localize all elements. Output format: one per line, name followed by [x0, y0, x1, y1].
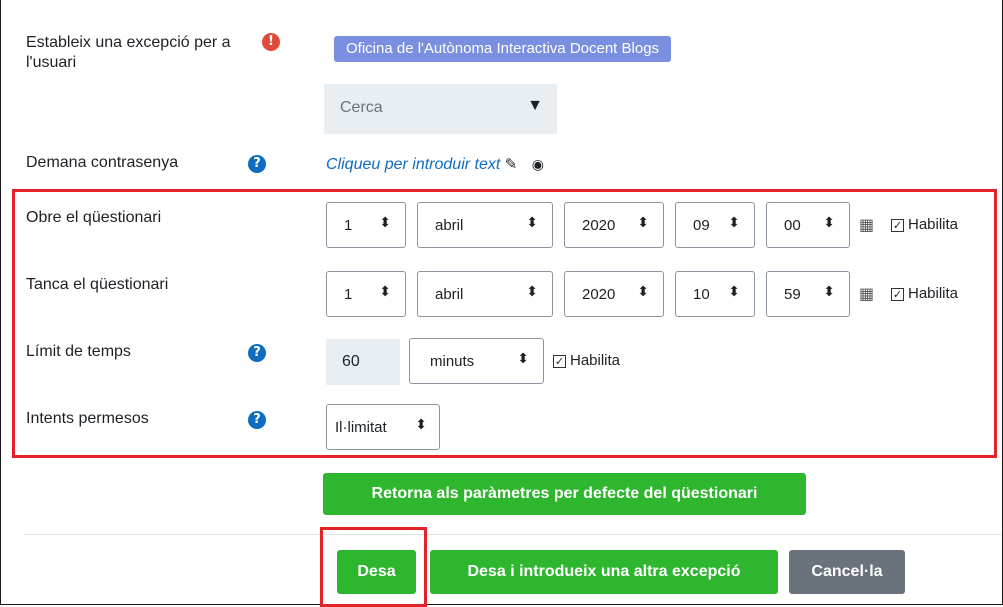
divider	[24, 534, 1002, 535]
open-hour-value: 09	[693, 217, 710, 234]
open-month-select[interactable]: abril ⬍	[417, 202, 553, 248]
time-limit-enable-label: Habilita	[570, 352, 621, 369]
updown-icon: ⬍	[728, 284, 740, 300]
password-edit-link[interactable]: Cliqueu per introduir text	[326, 156, 500, 173]
save-button[interactable]: Desa	[337, 550, 416, 594]
selected-user-badge[interactable]: Oficina de l'Autònoma Interactiva Docent…	[334, 36, 672, 62]
dropdown-arrow-icon: ▼	[527, 97, 543, 114]
open-year-value: 2020	[582, 217, 616, 234]
time-limit-enable-checkbox[interactable]: ✓	[553, 355, 566, 368]
close-minute-value: 59	[784, 286, 801, 303]
open-enable-label: Habilita	[908, 216, 959, 233]
open-year-select[interactable]: 2020 ⬍	[564, 202, 664, 248]
calendar-icon[interactable]: ▦	[859, 284, 874, 303]
open-quiz-label: Obre el qüestionari	[26, 209, 162, 226]
updown-icon: ⬍	[823, 215, 835, 231]
user-search-select[interactable]: Cerca ▼	[324, 84, 557, 134]
close-hour-select[interactable]: 10 ⬍	[675, 271, 755, 317]
updown-icon: ⬍	[526, 215, 538, 231]
attempts-select[interactable]: Il·limitat ⬍	[326, 404, 440, 450]
updown-icon: ⬍	[379, 215, 391, 231]
updown-icon: ⬍	[517, 351, 529, 367]
open-enable-checkbox[interactable]: ✓	[891, 219, 904, 232]
updown-icon: ⬍	[415, 417, 427, 433]
updown-icon: ⬍	[637, 215, 649, 231]
open-hour-select[interactable]: 09 ⬍	[675, 202, 755, 248]
time-unit-value: minuts	[430, 353, 475, 370]
time-unit-select[interactable]: minuts ⬍	[409, 338, 544, 384]
open-day-select[interactable]: 1 ⬍	[326, 202, 406, 248]
open-day-value: 1	[344, 217, 353, 234]
pencil-icon[interactable]: ✎	[505, 155, 518, 173]
cancel-button[interactable]: Cancel·la	[789, 550, 905, 594]
close-day-value: 1	[344, 286, 353, 303]
updown-icon: ⬍	[379, 284, 391, 300]
close-quiz-label: Tanca el qüestionari	[26, 276, 169, 293]
time-limit-label: Límit de temps	[26, 343, 131, 360]
calendar-icon[interactable]: ▦	[859, 215, 874, 234]
close-month-value: abril	[435, 286, 464, 303]
updown-icon: ⬍	[526, 284, 538, 300]
save-and-add-another-button[interactable]: Desa i introdueix una altra excepció	[430, 550, 778, 594]
open-minute-select[interactable]: 00 ⬍	[766, 202, 850, 248]
updown-icon: ⬍	[728, 215, 740, 231]
exception-label: Estableix una excepció per a l'usuari	[26, 34, 231, 71]
time-limit-input[interactable]: 60	[326, 339, 400, 385]
close-month-select[interactable]: abril ⬍	[417, 271, 553, 317]
help-icon[interactable]: ?	[248, 411, 266, 429]
attempts-label: Intents permesos	[26, 410, 149, 427]
open-month-value: abril	[435, 217, 464, 234]
time-limit-value: 60	[342, 353, 360, 370]
help-icon[interactable]: ?	[248, 344, 266, 362]
help-icon[interactable]: ?	[248, 155, 266, 173]
reset-defaults-button[interactable]: Retorna als paràmetres per defecte del q…	[323, 473, 806, 515]
close-day-select[interactable]: 1 ⬍	[326, 271, 406, 317]
close-minute-select[interactable]: 59 ⬍	[766, 271, 850, 317]
open-minute-value: 00	[784, 217, 801, 234]
updown-icon: ⬍	[823, 284, 835, 300]
close-enable-label: Habilita	[908, 285, 959, 302]
close-year-select[interactable]: 2020 ⬍	[564, 271, 664, 317]
required-icon: !	[262, 33, 280, 51]
attempts-value: Il·limitat	[335, 419, 387, 436]
updown-icon: ⬍	[637, 284, 649, 300]
search-placeholder: Cerca	[340, 99, 383, 116]
close-year-value: 2020	[582, 286, 616, 303]
eye-icon[interactable]: ◉	[532, 157, 544, 173]
close-hour-value: 10	[693, 286, 710, 303]
password-label: Demana contrasenya	[26, 154, 179, 171]
password-inline-edit[interactable]: Cliqueu per introduir text ✎ ◉	[326, 155, 544, 174]
close-enable-checkbox[interactable]: ✓	[891, 288, 904, 301]
